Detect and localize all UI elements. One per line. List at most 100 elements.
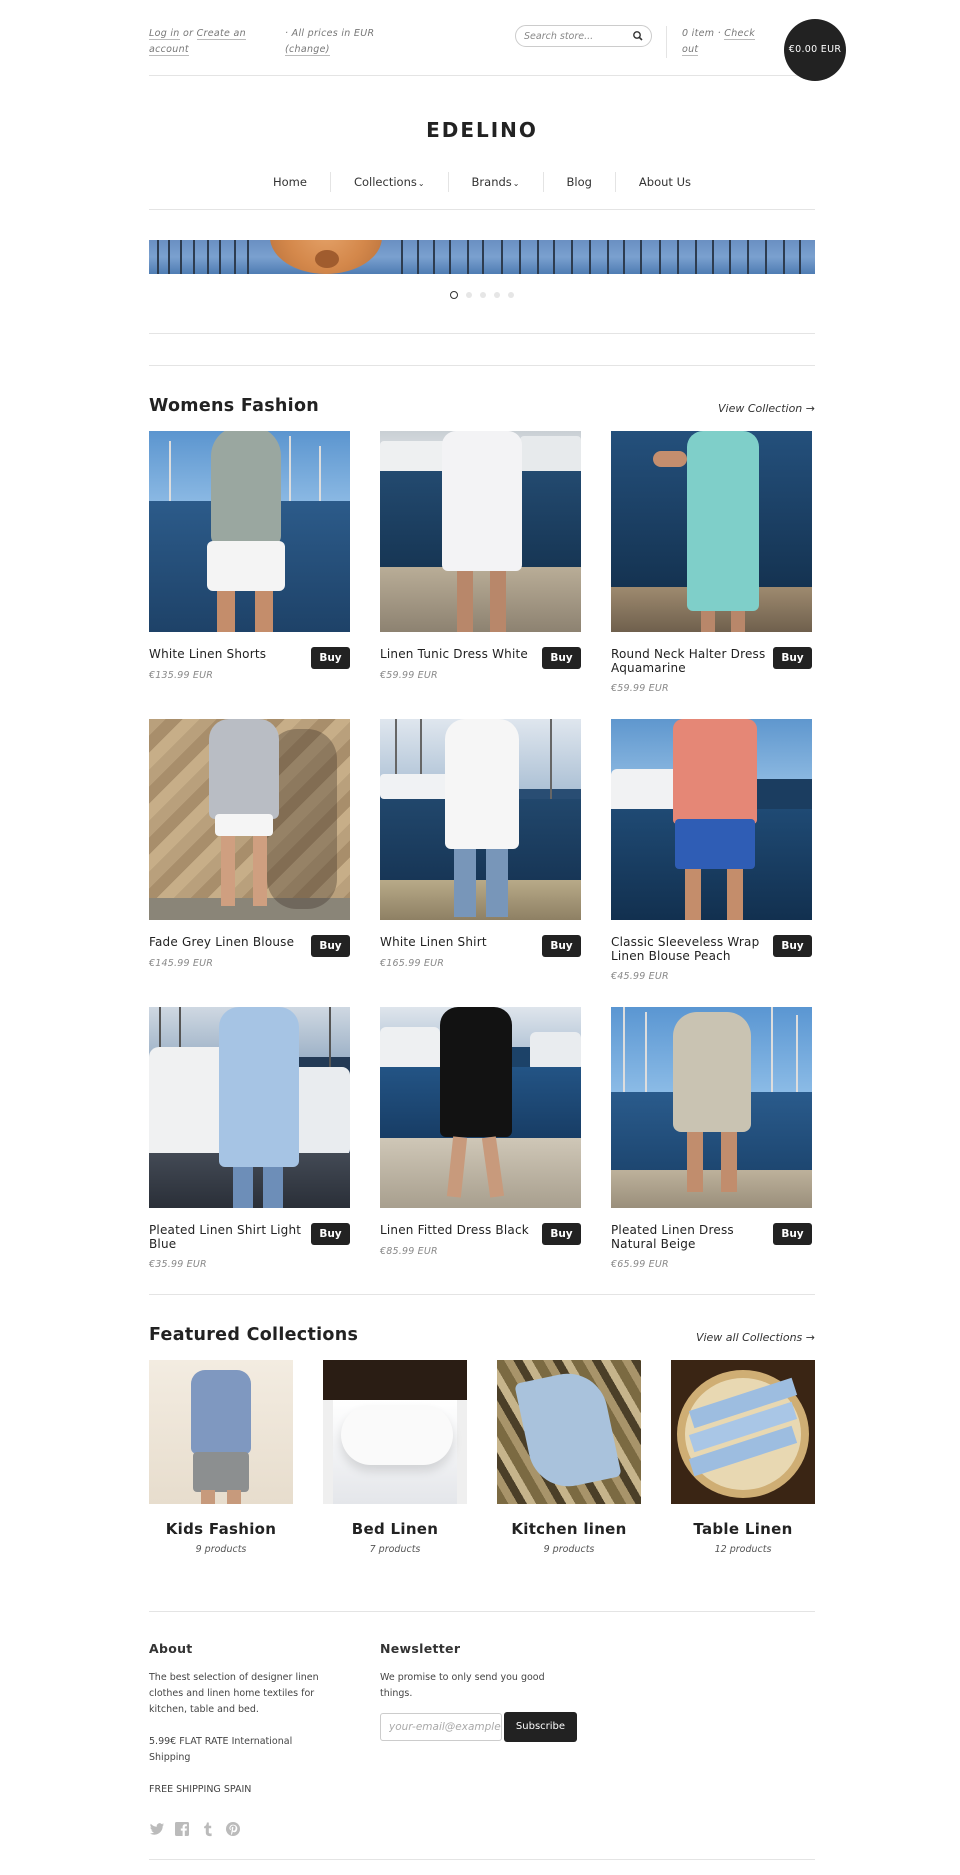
search-icon[interactable]: [631, 29, 645, 43]
pinterest-icon[interactable]: [225, 1821, 241, 1837]
product-image[interactable]: [380, 431, 581, 632]
slide-dot-3[interactable]: [480, 292, 486, 298]
product-image[interactable]: [149, 719, 350, 920]
view-collection-link[interactable]: View Collection →: [718, 402, 815, 415]
slide-dot-4[interactable]: [494, 292, 500, 298]
slide-dot-2[interactable]: [466, 292, 472, 298]
product-card[interactable]: Pleated Linen Shirt Light Blue €35.99 EU…: [149, 1007, 350, 1270]
collection-image[interactable]: [149, 1360, 293, 1504]
collection-name[interactable]: Kitchen linen: [497, 1520, 641, 1538]
view-all-collections-link[interactable]: View all Collections →: [696, 1331, 815, 1344]
slide-dot-1[interactable]: [450, 291, 458, 299]
nav-label: About Us: [638, 175, 691, 189]
collection-name[interactable]: Table Linen: [671, 1520, 815, 1538]
buy-button[interactable]: Buy: [773, 647, 812, 669]
product-image[interactable]: [380, 1007, 581, 1208]
product-image[interactable]: [611, 431, 812, 632]
about-title: About: [149, 1641, 193, 1656]
product-name[interactable]: White Linen Shirt: [380, 935, 487, 949]
product-card[interactable]: Fade Grey Linen Blouse €145.99 EUR Buy: [149, 719, 350, 969]
product-card[interactable]: White Linen Shirt €165.99 EUR Buy: [380, 719, 581, 969]
login-link[interactable]: Log in: [149, 28, 180, 40]
or-text: or: [182, 28, 194, 39]
cart-summary: 0 item · Check out: [682, 28, 756, 56]
buy-button[interactable]: Buy: [542, 647, 581, 669]
buy-button[interactable]: Buy: [542, 935, 581, 957]
facebook-icon[interactable]: [174, 1821, 190, 1837]
product-name[interactable]: Round Neck Halter Dress Aquamarine: [611, 647, 765, 675]
product-name[interactable]: Linen Fitted Dress Black: [380, 1223, 529, 1237]
product-name[interactable]: Pleated Linen Shirt Light Blue: [149, 1223, 301, 1251]
slide-dot-5[interactable]: [508, 292, 514, 298]
collection-card[interactable]: Bed Linen 7 products: [323, 1360, 467, 1555]
collection-card[interactable]: Kids Fashion 9 products: [149, 1360, 293, 1555]
buy-button[interactable]: Buy: [311, 935, 350, 957]
product-image[interactable]: [611, 1007, 812, 1208]
subscribe-button[interactable]: Subscribe: [504, 1712, 577, 1742]
product-card[interactable]: Round Neck Halter Dress Aquamarine €59.9…: [611, 431, 812, 694]
collection-name[interactable]: Bed Linen: [323, 1520, 467, 1538]
newsletter-email-input[interactable]: [380, 1713, 502, 1741]
nav-collections[interactable]: Collections⌄: [329, 172, 448, 192]
twitter-icon[interactable]: [149, 1821, 165, 1837]
search-box[interactable]: [515, 25, 652, 47]
nav-about[interactable]: About Us: [614, 172, 714, 192]
nav-home[interactable]: Home: [250, 172, 330, 192]
divider: [149, 1611, 815, 1612]
featured-collections-title: Featured Collections: [149, 1325, 359, 1345]
product-name[interactable]: Classic Sleeveless Wrap Linen Blouse Pea…: [611, 935, 759, 963]
product-info: White Linen Shirt €165.99 EUR: [380, 935, 535, 970]
cart-count: 0 item: [682, 28, 715, 39]
buy-button[interactable]: Buy: [773, 1223, 812, 1245]
search-input[interactable]: [524, 28, 632, 44]
product-name[interactable]: Fade Grey Linen Blouse: [149, 935, 294, 949]
nav-label: Home: [273, 175, 307, 189]
collection-count: 7 products: [369, 1544, 421, 1555]
main-nav: Home Collections⌄ Brands⌄ Blog About Us: [149, 172, 815, 210]
product-name[interactable]: Pleated Linen Dress Natural Beige: [611, 1223, 734, 1251]
change-currency-link[interactable]: (change): [285, 44, 330, 56]
product-name[interactable]: Linen Tunic Dress White: [380, 647, 528, 661]
product-card[interactable]: Pleated Linen Dress Natural Beige €65.99…: [611, 1007, 812, 1270]
prices-text: All prices in EUR: [291, 28, 375, 39]
buy-button[interactable]: Buy: [311, 1223, 350, 1245]
store-logo[interactable]: EDELINO: [149, 118, 815, 142]
cart-total-button[interactable]: €0.00 EUR: [784, 19, 846, 81]
about-text: The best selection of designer linen clo…: [149, 1672, 319, 1715]
chevron-down-icon: ⌄: [417, 179, 425, 188]
collection-card[interactable]: Kitchen linen 9 products: [497, 1360, 641, 1555]
product-card[interactable]: Linen Fitted Dress Black €85.99 EUR Buy: [380, 1007, 581, 1257]
product-card[interactable]: Classic Sleeveless Wrap Linen Blouse Pea…: [611, 719, 812, 982]
womens-fashion-title: Womens Fashion: [149, 396, 320, 416]
collection-card[interactable]: Table Linen 12 products: [671, 1360, 815, 1555]
product-info: White Linen Shorts €135.99 EUR: [149, 647, 304, 682]
product-image[interactable]: [149, 431, 350, 632]
tumblr-icon[interactable]: [200, 1821, 216, 1837]
free-shipping-text: FREE SHIPPING SPAIN: [149, 1784, 252, 1795]
product-name[interactable]: White Linen Shorts: [149, 647, 266, 661]
nav-brands[interactable]: Brands⌄: [447, 172, 543, 192]
product-card[interactable]: Linen Tunic Dress White €59.99 EUR Buy: [380, 431, 581, 681]
slideshow-dots: [149, 291, 815, 299]
hero-slideshow[interactable]: [149, 240, 815, 274]
chevron-down-icon: ⌄: [512, 179, 520, 188]
product-info: Pleated Linen Dress Natural Beige €65.99…: [611, 1223, 766, 1272]
product-image[interactable]: [380, 719, 581, 920]
product-info: Round Neck Halter Dress Aquamarine €59.9…: [611, 647, 766, 696]
product-image[interactable]: [149, 1007, 350, 1208]
collection-image[interactable]: [497, 1360, 641, 1504]
product-price: €85.99 EUR: [380, 1245, 438, 1257]
product-card[interactable]: White Linen Shorts €135.99 EUR Buy: [149, 431, 350, 681]
product-price: €145.99 EUR: [149, 957, 214, 969]
product-price: €59.99 EUR: [611, 683, 669, 694]
product-image[interactable]: [611, 719, 812, 920]
collection-image[interactable]: [323, 1360, 467, 1504]
collection-image[interactable]: [671, 1360, 815, 1504]
buy-button[interactable]: Buy: [311, 647, 350, 669]
buy-button[interactable]: Buy: [773, 935, 812, 957]
collection-name[interactable]: Kids Fashion: [149, 1520, 293, 1538]
newsletter-text: We promise to only send you good things.: [380, 1672, 545, 1699]
product-price: €165.99 EUR: [380, 957, 445, 969]
nav-blog[interactable]: Blog: [542, 172, 615, 192]
buy-button[interactable]: Buy: [542, 1223, 581, 1245]
